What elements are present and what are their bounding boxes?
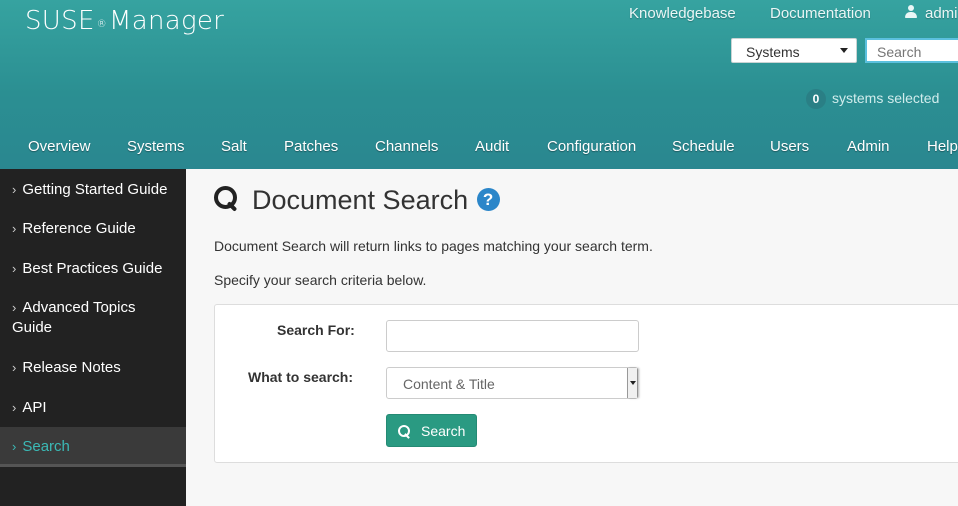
nav-help[interactable]: Help [927,138,958,155]
caret-down-icon [840,48,848,53]
selected-label: systems selected [832,90,940,106]
nav-configuration[interactable]: Configuration [547,138,636,155]
sidebar-item-release-notes[interactable]: › Release Notes [0,358,186,378]
selected-count-badge: 0 [806,89,826,109]
sidebar-item-label: Getting Started Guide [22,181,168,198]
nav-patches[interactable]: Patches [284,138,338,155]
search-for-input[interactable] [386,320,639,352]
sidebar-item-label: Advanced Topics [22,299,136,316]
search-icon [214,186,240,212]
search-button-label: Search [421,423,466,439]
nav-admin[interactable]: Admin [847,138,890,155]
main-nav: Overview Systems Salt Patches Channels A… [0,138,958,160]
chevron-right-icon: › [12,439,17,454]
sidebar: › Getting Started Guide › Reference Guide … [0,169,186,506]
main-content: Document Search ? Document Search will r… [186,169,958,506]
search-for-label: Search For: [277,322,355,338]
nav-users[interactable]: Users [770,138,809,155]
sidebar-item-label: Release Notes [22,359,121,376]
search-scope-select[interactable]: Systems [731,38,857,63]
chevron-right-icon: › [12,221,17,236]
documentation-link[interactable]: Documentation [770,5,871,22]
chevron-right-icon: › [12,360,17,375]
header-bar: SUSE ®Manager Knowledgebase Documentation… [0,0,958,169]
chevron-right-icon: › [12,400,17,415]
sidebar-item-advanced-topics[interactable]: › Advanced Topics Guide [0,298,186,338]
systems-selected-indicator[interactable]: 0 systems selected [806,89,939,109]
nav-salt[interactable]: Salt [221,138,247,155]
user-menu[interactable]: admi [905,5,958,22]
sidebar-item-reference-guide[interactable]: › Reference Guide [0,219,186,239]
nav-overview[interactable]: Overview [28,138,91,155]
what-to-search-label: What to search: [248,369,354,385]
sidebar-item-api[interactable]: › API [0,398,186,418]
search-form-panel: Search For: What to search: Content & Ti… [214,304,958,463]
sidebar-item-best-practices[interactable]: › Best Practices Guide [0,259,186,279]
brand-product: Manager [108,6,225,36]
chevron-right-icon: › [12,300,17,315]
knowledgebase-link[interactable]: Knowledgebase [629,5,736,22]
search-icon [398,425,411,438]
search-button[interactable]: Search [386,414,477,447]
help-icon[interactable]: ? [476,188,500,211]
sidebar-item-label-line2: Guide [12,319,53,336]
search-scope-value: Systems [746,44,800,60]
brand-logo[interactable]: SUSE ®Manager [25,6,224,36]
brand-name: SUSE [25,6,95,36]
nav-schedule[interactable]: Schedule [672,138,735,155]
intro-text: Document Search will return links to pag… [214,238,653,254]
dropdown-arrow-icon [627,368,637,398]
what-to-search-select[interactable]: Content & Title [386,367,638,399]
sidebar-item-label: API [22,399,47,416]
nav-audit[interactable]: Audit [475,138,509,155]
sidebar-item-label: Best Practices Guide [22,260,163,277]
sidebar-item-search[interactable]: › Search [0,427,186,467]
nav-systems[interactable]: Systems [127,138,185,155]
page-title: Document Search ? [214,185,500,217]
nav-channels[interactable]: Channels [375,138,438,155]
chevron-right-icon: › [12,182,17,197]
page-title-text: Document Search [252,185,469,215]
criteria-text: Specify your search criteria below. [214,272,427,288]
what-to-search-value: Content & Title [403,376,495,392]
user-name: admi [925,5,958,22]
header-search-input[interactable] [865,38,958,63]
sidebar-item-label: Reference Guide [22,220,136,237]
sidebar-item-label: Search [22,438,70,455]
brand-registered-mark: ® [96,19,107,30]
sidebar-item-getting-started[interactable]: › Getting Started Guide [0,180,186,200]
chevron-right-icon: › [12,261,17,276]
user-icon [905,5,917,19]
